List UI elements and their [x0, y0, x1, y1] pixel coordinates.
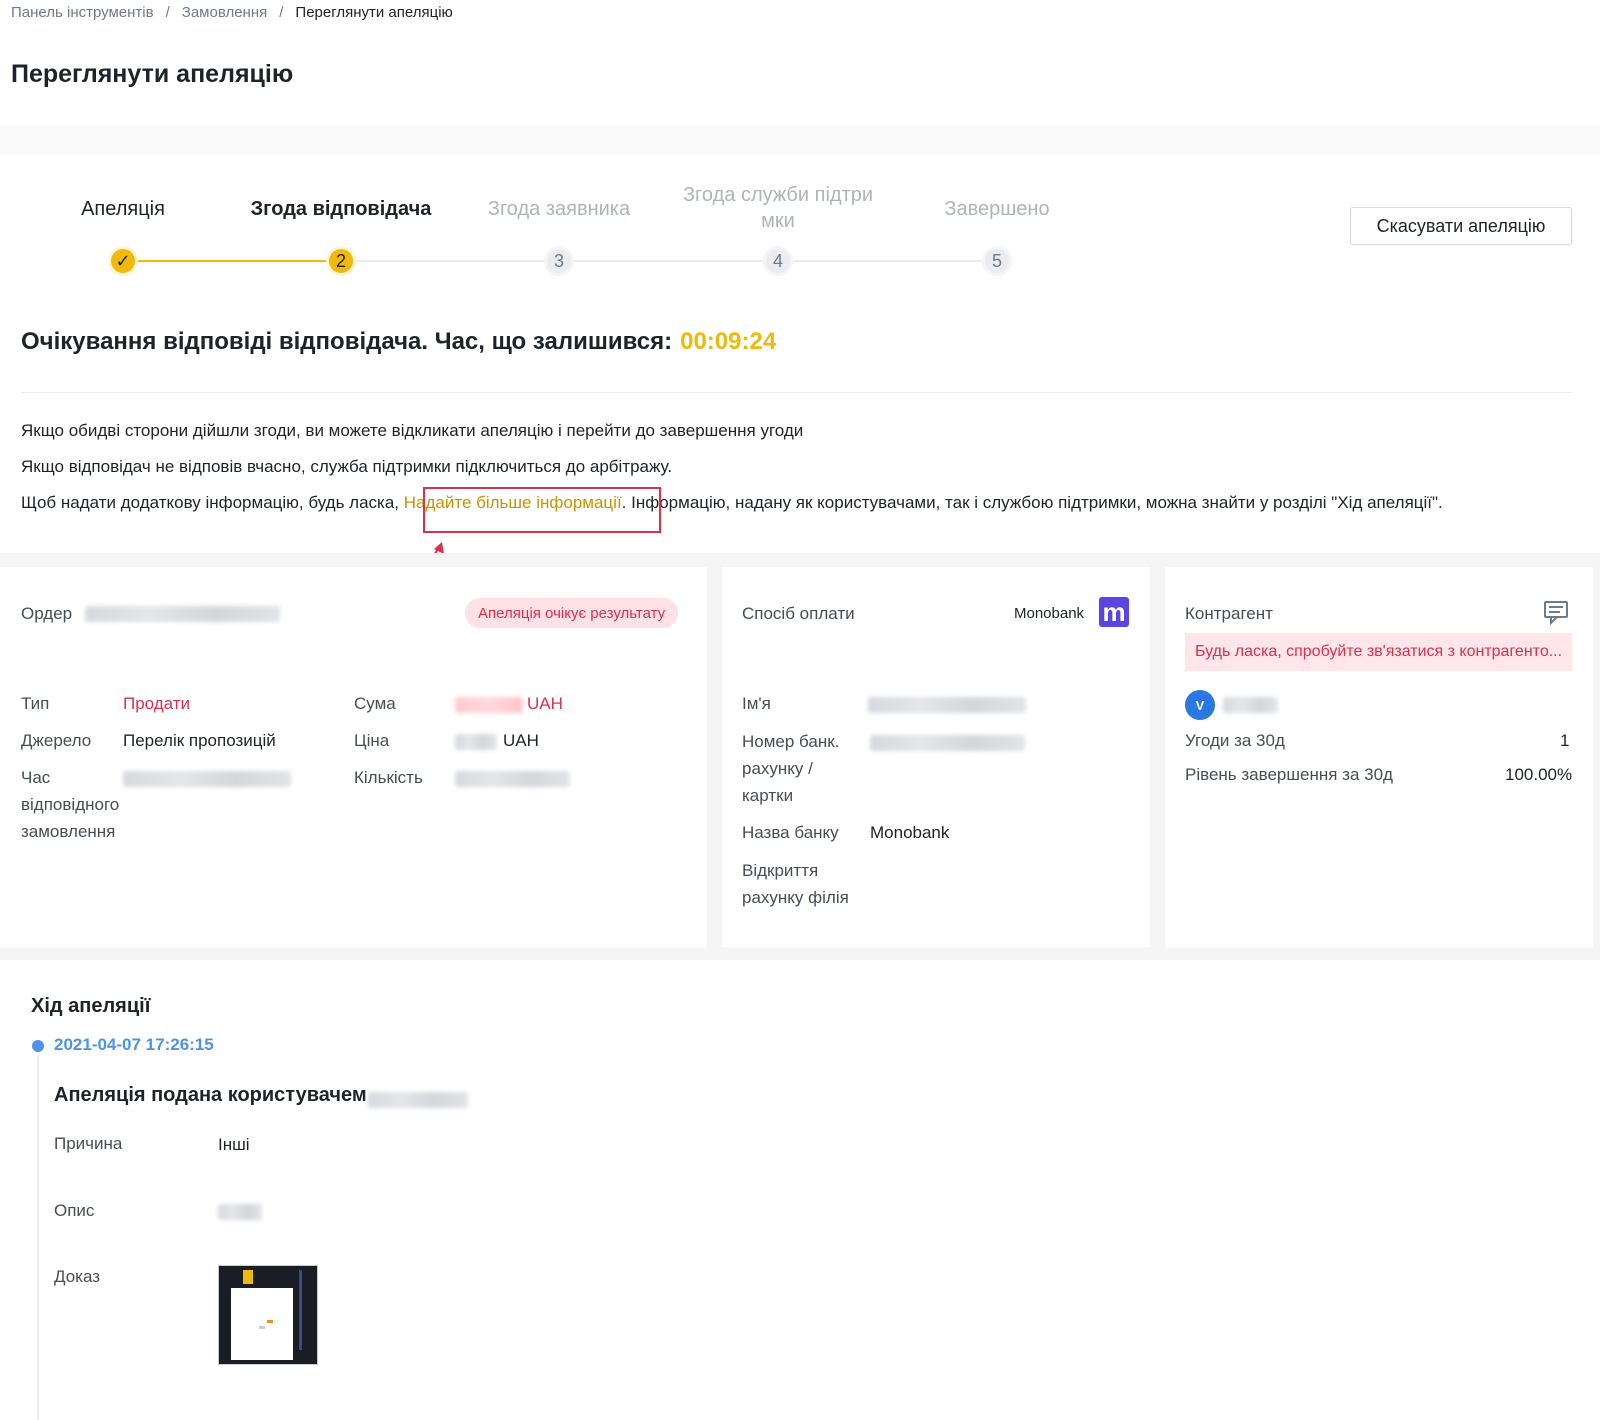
waiting-text: Очікування відповіді відповідача. Час, щ… [21, 328, 673, 355]
info-text-3-post: . Інформацію, надану як користувачами, т… [621, 493, 1443, 512]
order-number-redacted [85, 606, 280, 622]
payment-method-name: Monobank [1014, 605, 1085, 622]
thumbnail-detail [267, 1320, 273, 1323]
monobank-logo-icon: m [1099, 597, 1129, 627]
step-circle-2: 2 [326, 246, 356, 276]
step-circle-5: 5 [982, 246, 1012, 276]
step-label-support-consent: Згода служби підтри мки [682, 184, 874, 232]
highlight-box [423, 487, 661, 533]
description-label: Опис [54, 1201, 95, 1220]
order-label: Ордер [21, 604, 73, 623]
appellant-name-redacted [368, 1092, 468, 1108]
cancel-appeal-button[interactable]: Скасувати апеляцію [1350, 207, 1572, 245]
step-circle-4: 4 [763, 246, 793, 276]
step-connector-done [137, 260, 341, 262]
source-label: Джерело [21, 731, 92, 750]
name-redacted [868, 697, 1026, 713]
quantity-label: Кількість [354, 768, 423, 787]
step-connector [574, 260, 778, 262]
bank-name-value: Monobank [870, 823, 950, 842]
thumbnail-detail [259, 1326, 265, 1329]
breadcrumb-orders[interactable]: Замовлення [182, 4, 267, 21]
bank-name-label: Назва банку [742, 823, 839, 842]
divider [21, 392, 1572, 393]
sum-label: Сума [354, 694, 396, 713]
step-connector [356, 260, 559, 262]
type-label: Тип [21, 694, 50, 713]
completion-rate-value: 100.00% [1505, 765, 1573, 784]
thumbnail-detail [231, 1288, 293, 1360]
timeline-date: 2021-04-07 17:26:15 [54, 1035, 214, 1054]
quantity-redacted [455, 771, 570, 787]
price-redacted [455, 734, 497, 750]
description-redacted [218, 1204, 262, 1220]
appeal-progress-title: Хід апеляції [31, 995, 151, 1017]
info-text-1: Якщо обидві сторони дійшли згоди, ви мож… [21, 421, 804, 440]
evidence-thumbnail[interactable] [218, 1265, 318, 1365]
breadcrumb-separator: / [279, 4, 284, 21]
breadcrumb-dashboard[interactable]: Панель інструментів [11, 4, 154, 21]
price-label: Ціна [354, 731, 390, 750]
reason-label: Причина [54, 1134, 123, 1153]
countdown-timer: 00:09:24 [680, 328, 777, 355]
status-badge: Апеляція очікує результату [465, 598, 679, 628]
name-label: Ім'я [742, 694, 771, 713]
proof-label: Доказ [54, 1267, 101, 1286]
timeline-heading: Апеляція подана користувачем [54, 1084, 367, 1106]
order-time-redacted [123, 771, 291, 787]
source-value: Перелік пропозицій [123, 731, 276, 750]
thumbnail-detail [243, 1270, 253, 1284]
counterparty-label: Контрагент [1185, 604, 1273, 623]
chat-icon[interactable] [1543, 600, 1571, 626]
branch-label: Відкриття рахунку філія [742, 861, 849, 907]
step-label-respondent-consent: Згода відповідача [250, 198, 432, 220]
breadcrumb-current: Переглянути апеляцію [295, 4, 453, 21]
timeline-line [37, 1056, 39, 1420]
thumbnail-detail [299, 1270, 302, 1350]
info-text-3-pre: Щоб надати додаткову інформацію, будь ла… [21, 493, 404, 512]
breadcrumb-separator: / [165, 4, 170, 21]
step-connector [793, 260, 996, 262]
sum-redacted [455, 697, 523, 713]
deals-30d-label: Угоди за 30д [1185, 731, 1285, 750]
deals-30d-value: 1 [1560, 731, 1570, 750]
info-text-3: Щоб надати додаткову інформацію, будь ла… [21, 493, 1443, 513]
info-text-2: Якщо відповідач не відповів вчасно, служ… [21, 457, 673, 476]
step-label-appeal: Апеляція [81, 198, 165, 220]
account-number-label: Номер банк. рахунку / картки [742, 732, 840, 805]
section-separator [0, 125, 1600, 155]
step-label-applicant-consent: Згода заявника [487, 198, 631, 220]
page-title: Переглянути апеляцію [11, 60, 294, 88]
price-currency: UAH [503, 731, 539, 750]
completion-rate-label: Рівень завершення за 30д [1185, 765, 1393, 784]
timeline-dot [32, 1040, 44, 1052]
contact-warning: Будь ласка, спробуйте зв'язатися з контр… [1185, 633, 1572, 671]
step-label-completed: Завершено [944, 198, 1050, 220]
type-value: Продати [123, 694, 191, 713]
counterparty-name-redacted[interactable] [1223, 697, 1278, 713]
check-icon: ✓ [108, 246, 138, 276]
step-circle-3: 3 [544, 246, 574, 276]
waiting-heading: Очікування відповіді відповідача. Час, щ… [21, 328, 776, 356]
reason-value: Інші [218, 1135, 250, 1154]
payment-method-label: Спосіб оплати [742, 604, 855, 623]
avatar: V [1185, 690, 1215, 720]
breadcrumb: Панель інструментів / Замовлення / Перег… [11, 4, 453, 21]
account-number-redacted [870, 735, 1025, 751]
sum-currency: UAH [527, 694, 563, 713]
